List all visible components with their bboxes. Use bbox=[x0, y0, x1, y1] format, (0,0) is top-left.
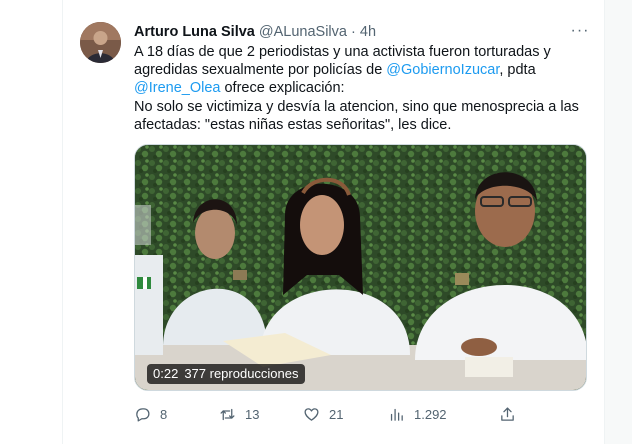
tweet-text: A 18 días de que 2 periodistas y una act… bbox=[134, 43, 594, 134]
author-handle[interactable]: @ALunaSilva bbox=[259, 24, 347, 40]
left-rail bbox=[0, 0, 63, 444]
reply-button[interactable]: 8 bbox=[134, 404, 167, 424]
mention-irene-olea[interactable]: @Irene_Olea bbox=[134, 80, 220, 96]
video-player[interactable]: 0:22 377 reproducciones bbox=[134, 144, 587, 391]
retweet-count: 13 bbox=[245, 406, 260, 422]
views-count: 1.292 bbox=[414, 406, 447, 422]
bar-chart-icon bbox=[390, 408, 403, 421]
tweet-card[interactable]: Arturo Luna Silva @ALunaSilva · 4h ··· A… bbox=[64, 0, 604, 444]
video-duration: 0:22 bbox=[153, 366, 179, 381]
right-rail bbox=[604, 0, 632, 444]
retweet-button[interactable]: 13 bbox=[219, 404, 259, 424]
video-stats-overlay: 0:22 377 reproducciones bbox=[147, 364, 305, 384]
video-frame bbox=[135, 145, 586, 390]
tweet-timestamp[interactable]: 4h bbox=[360, 24, 376, 40]
share-icon bbox=[501, 406, 514, 421]
reply-icon bbox=[136, 407, 150, 422]
tweet-text-segment: ofrece explicación: bbox=[220, 80, 345, 97]
reply-count: 8 bbox=[160, 406, 168, 422]
mention-gobierno-izucar[interactable]: @GobiernoIzucar bbox=[386, 62, 499, 78]
like-button[interactable]: 21 bbox=[303, 404, 343, 424]
tweet-text-line: No solo se victimiza y desvía la atencio… bbox=[134, 98, 579, 115]
tweet-text-segment: agredidas sexualmente por policías de bbox=[134, 62, 387, 79]
separator-dot: · bbox=[351, 24, 356, 40]
tweet-header: Arturo Luna Silva @ALunaSilva · 4h bbox=[134, 23, 376, 41]
tweet-text-line: afectadas: "estas niñas estas señoritas"… bbox=[134, 116, 452, 133]
views-button[interactable]: 1.292 bbox=[388, 404, 447, 424]
video-views: 377 reproducciones bbox=[184, 366, 299, 381]
like-count: 21 bbox=[329, 406, 344, 422]
author-name[interactable]: Arturo Luna Silva bbox=[134, 24, 255, 40]
share-button[interactable] bbox=[499, 404, 516, 424]
tweet-text-segment: , pdta bbox=[499, 62, 536, 79]
avatar[interactable] bbox=[80, 22, 121, 63]
tweet-text-line: agredidas sexualmente por policías de @G… bbox=[134, 61, 594, 79]
tweet-text-line: @Irene_Olea ofrece explicación: bbox=[134, 79, 594, 97]
more-icon[interactable]: ··· bbox=[570, 21, 590, 41]
heart-icon bbox=[304, 407, 319, 421]
tweet-actions: 8 13 21 1.292 bbox=[134, 404, 594, 424]
retweet-icon bbox=[220, 408, 235, 420]
tweet-text-line: A 18 días de que 2 periodistas y una act… bbox=[134, 44, 551, 60]
